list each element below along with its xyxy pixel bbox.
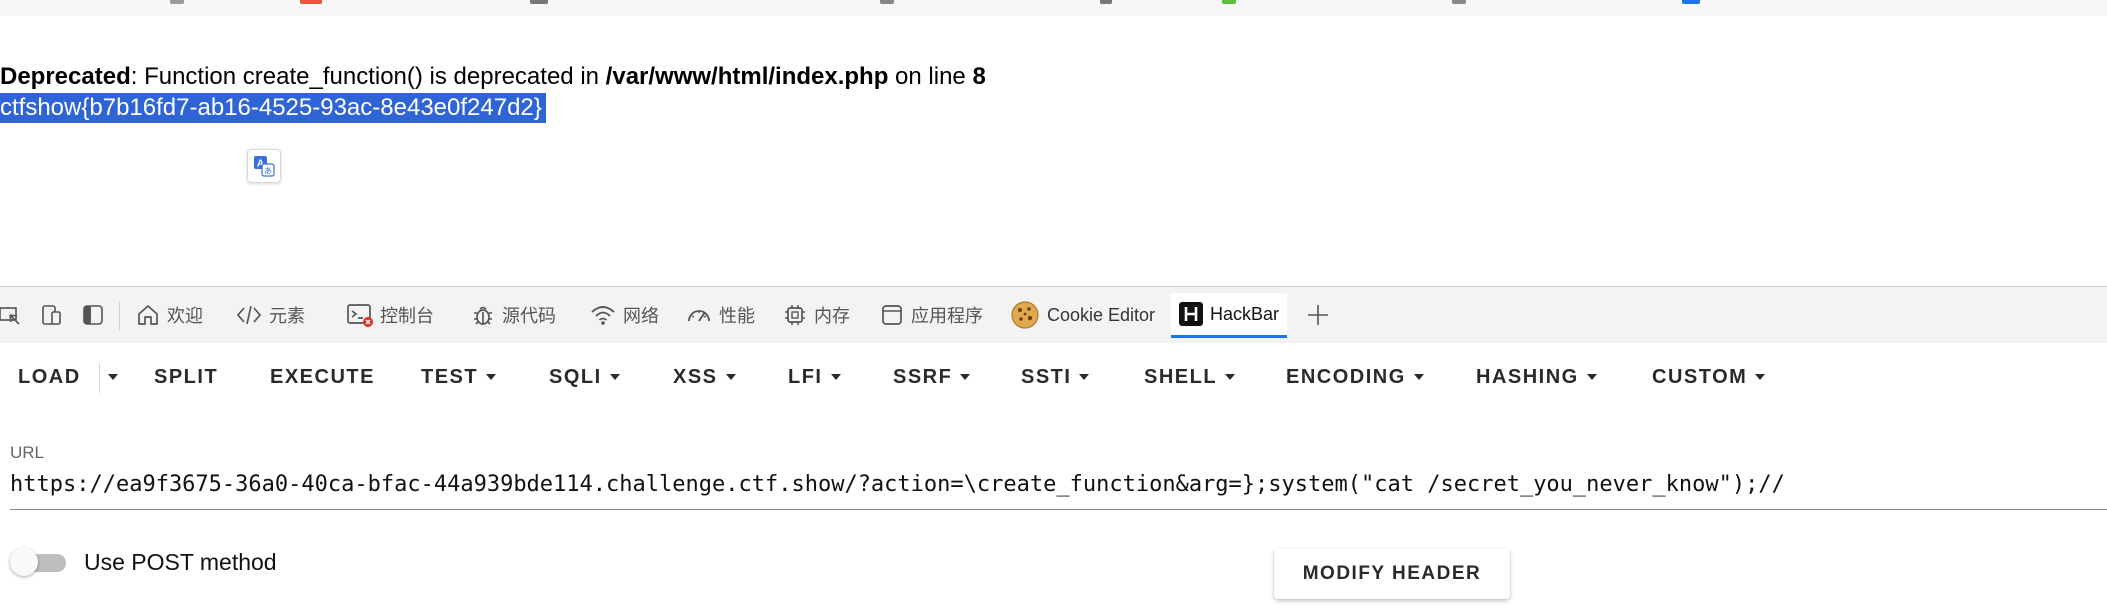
chevron-down-icon bbox=[1586, 374, 1597, 380]
hashing-label: HASHING bbox=[1476, 365, 1579, 388]
wifi-icon bbox=[590, 304, 616, 326]
split-button[interactable]: SPLIT bbox=[154, 353, 218, 401]
custom-label: CUSTOM bbox=[1652, 365, 1748, 388]
ssrf-menu[interactable]: SSRF bbox=[893, 353, 971, 401]
xss-label: XSS bbox=[673, 365, 718, 388]
hackbar-icon bbox=[1179, 302, 1203, 326]
chevron-down-icon bbox=[609, 374, 620, 380]
xss-menu[interactable]: XSS bbox=[673, 353, 736, 401]
post-method-label: Use POST method bbox=[84, 549, 277, 575]
load-label: LOAD bbox=[18, 365, 81, 388]
tab-application[interactable]: 应用程序 bbox=[880, 299, 983, 331]
hashing-menu[interactable]: HASHING bbox=[1476, 353, 1597, 401]
warning-text: : Function create_function() is deprecat… bbox=[130, 63, 606, 90]
tab-memory[interactable]: 内存 bbox=[783, 299, 850, 331]
warning-line: 8 bbox=[972, 63, 986, 90]
chevron-down-icon bbox=[1755, 374, 1766, 380]
warning-label: Deprecated bbox=[0, 63, 131, 90]
svg-text:あ: あ bbox=[264, 167, 272, 176]
warning-path: /var/www/html/index.php bbox=[605, 63, 889, 90]
load-dropdown-icon[interactable] bbox=[108, 353, 118, 401]
add-tab-icon[interactable] bbox=[1306, 299, 1330, 331]
tab-performance-label: 性能 bbox=[719, 306, 755, 326]
modify-header-button[interactable]: MODIFY HEADER bbox=[1274, 549, 1510, 599]
shell-menu[interactable]: SHELL bbox=[1144, 353, 1236, 401]
custom-menu[interactable]: CUSTOM bbox=[1652, 353, 1766, 401]
tab-console[interactable]: 控制台 bbox=[347, 299, 434, 331]
tab-sources-label: 源代码 bbox=[502, 306, 556, 326]
encoding-label: ENCODING bbox=[1286, 365, 1406, 388]
ssti-menu[interactable]: SSTI bbox=[1021, 353, 1090, 401]
gauge-icon bbox=[686, 304, 712, 326]
execute-button[interactable]: EXECUTE bbox=[270, 353, 375, 401]
tab-hackbar-label: HackBar bbox=[1210, 303, 1280, 324]
chip-icon bbox=[783, 303, 807, 327]
code-icon bbox=[236, 304, 262, 326]
tab-cookie-editor-label: Cookie Editor bbox=[1047, 304, 1156, 325]
load-button[interactable]: LOAD bbox=[18, 353, 81, 401]
tab-elements[interactable]: 元素 bbox=[236, 299, 305, 331]
php-deprecation-warning: Deprecated: Function create_function() i… bbox=[0, 62, 986, 92]
warning-text-2: on line bbox=[888, 63, 973, 90]
flag-text-selected[interactable]: ctfshow{b7b16fd7-ab16-4525-93ac-8e43e0f2… bbox=[0, 93, 546, 123]
lfi-label: LFI bbox=[788, 365, 823, 388]
ssrf-label: SSRF bbox=[893, 365, 953, 388]
cookie-icon bbox=[1010, 300, 1040, 330]
tab-hackbar[interactable]: HackBar bbox=[1171, 293, 1288, 338]
test-menu[interactable]: TEST bbox=[421, 353, 497, 401]
console-icon bbox=[347, 303, 373, 327]
tab-application-label: 应用程序 bbox=[911, 306, 983, 326]
devtools-panel: 欢迎 元素 控制台 源代码 网络 性能 内存 应用程序 Cookie Edito… bbox=[0, 286, 2107, 615]
tab-sources[interactable]: 源代码 bbox=[471, 299, 556, 331]
chevron-down-icon bbox=[725, 374, 736, 380]
tab-welcome-label: 欢迎 bbox=[167, 306, 203, 326]
window-icon bbox=[880, 303, 904, 327]
test-label: TEST bbox=[421, 365, 479, 388]
tab-network[interactable]: 网络 bbox=[590, 299, 659, 331]
encoding-menu[interactable]: ENCODING bbox=[1286, 353, 1424, 401]
dock-side-icon[interactable] bbox=[82, 299, 104, 331]
tab-performance[interactable]: 性能 bbox=[686, 299, 755, 331]
chevron-down-icon bbox=[960, 374, 971, 380]
ssti-label: SSTI bbox=[1021, 365, 1072, 388]
split-label: SPLIT bbox=[154, 365, 219, 388]
hackbar-toolbar: LOAD SPLIT EXECUTE TEST SQLI XSS LFI SSR… bbox=[0, 343, 2107, 411]
translate-icon[interactable]: A あ bbox=[247, 149, 281, 183]
tab-cookie-editor[interactable]: Cookie Editor bbox=[1010, 299, 1155, 331]
tab-elements-label: 元素 bbox=[269, 306, 305, 326]
tab-memory-label: 内存 bbox=[814, 306, 850, 326]
bug-icon bbox=[471, 303, 495, 327]
sqli-menu[interactable]: SQLI bbox=[549, 353, 620, 401]
chevron-down-icon bbox=[1225, 374, 1236, 380]
shell-label: SHELL bbox=[1144, 365, 1218, 388]
tab-network-label: 网络 bbox=[623, 306, 659, 326]
chevron-down-icon bbox=[1079, 374, 1090, 380]
device-emulation-icon[interactable] bbox=[40, 299, 64, 331]
tab-console-label: 控制台 bbox=[380, 306, 434, 326]
lfi-menu[interactable]: LFI bbox=[788, 353, 841, 401]
home-icon bbox=[136, 303, 160, 327]
execute-label: EXECUTE bbox=[270, 365, 375, 388]
tab-welcome[interactable]: 欢迎 bbox=[136, 299, 203, 331]
inspect-icon[interactable] bbox=[0, 299, 22, 331]
sqli-label: SQLI bbox=[549, 365, 602, 388]
page-content: Deprecated: Function create_function() i… bbox=[0, 16, 2107, 286]
post-method-toggle[interactable] bbox=[10, 548, 66, 576]
chevron-down-icon bbox=[1413, 374, 1424, 380]
bookmarks-bar bbox=[0, 0, 2107, 17]
chevron-down-icon bbox=[830, 374, 841, 380]
chevron-down-icon bbox=[486, 374, 497, 380]
url-input[interactable] bbox=[10, 459, 2107, 510]
devtools-tab-bar: 欢迎 元素 控制台 源代码 网络 性能 内存 应用程序 Cookie Edito… bbox=[0, 287, 2107, 344]
